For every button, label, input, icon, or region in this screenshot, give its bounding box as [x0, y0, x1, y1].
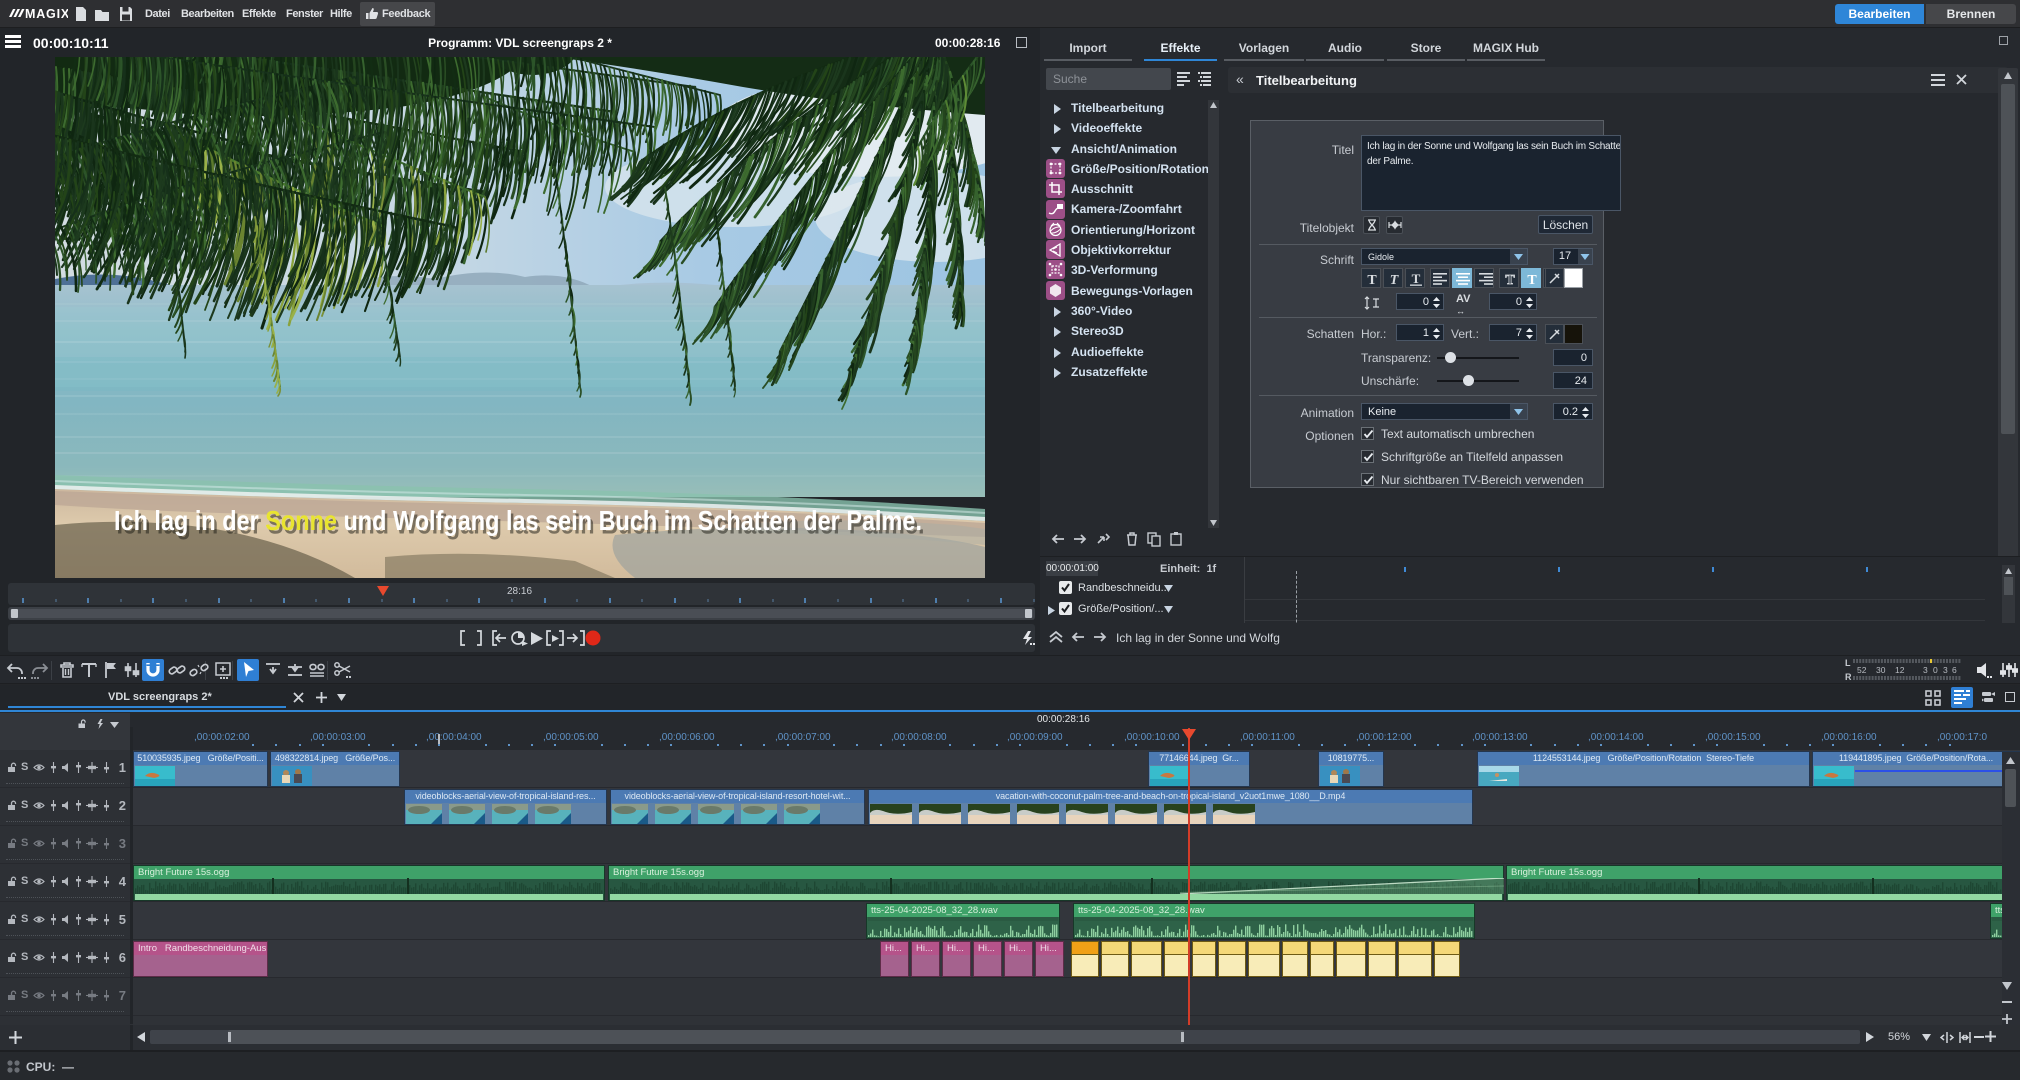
- svg-text:T: T: [1505, 273, 1515, 288]
- svg-text:Ich lag in der Sonne und Wolfg: Ich lag in der Sonne und Wolfgang las se…: [114, 505, 922, 536]
- svg-text:T: T: [1527, 273, 1537, 288]
- svg-text:T: T: [1412, 271, 1421, 286]
- svg-text:MAGIX: MAGIX: [25, 7, 68, 21]
- svg-text:T: T: [1390, 273, 1400, 288]
- svg-text:T: T: [1367, 273, 1377, 288]
